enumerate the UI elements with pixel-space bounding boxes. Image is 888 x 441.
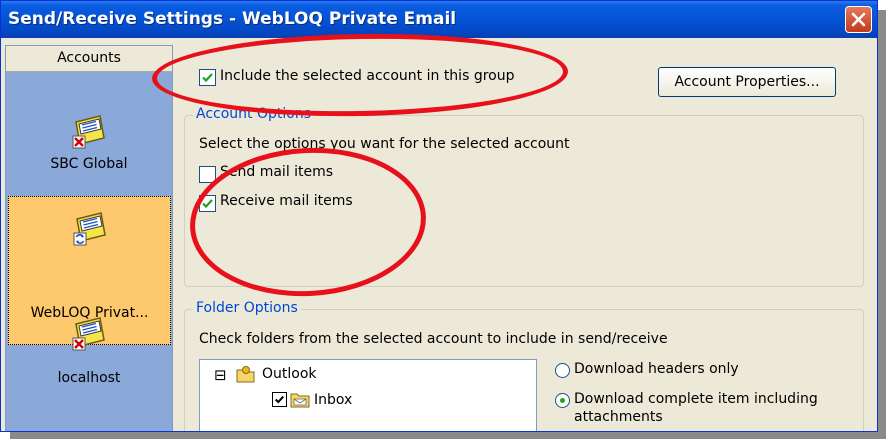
close-button[interactable] (845, 6, 872, 33)
account-item-sbc-global[interactable]: SBC Global (6, 112, 172, 192)
send-mail-label[interactable]: Send mail items (220, 164, 333, 180)
folder-tree[interactable]: ⊟ Outlook Inbox (199, 359, 537, 431)
account-item-localhost[interactable]: localhost (6, 314, 172, 394)
inbox-checkbox[interactable] (272, 392, 287, 407)
receive-mail-label[interactable]: Receive mail items (220, 193, 353, 209)
close-icon (851, 12, 866, 27)
tree-inbox-label[interactable]: Inbox (314, 392, 352, 408)
mail-account-error-icon (72, 317, 105, 351)
account-label: SBC Global (50, 156, 128, 172)
download-complete-radio[interactable] (555, 393, 570, 408)
download-complete-label-line2[interactable]: attachments (574, 409, 663, 425)
window-title: Send/Receive Settings - WebLOQ Private E… (8, 9, 457, 29)
include-account-checkbox[interactable] (199, 69, 216, 86)
tree-collapse-icon[interactable]: ⊟ (214, 366, 227, 384)
radio-selected-dot (560, 398, 565, 403)
tree-root-label[interactable]: Outlook (262, 366, 317, 382)
dialog-window: Send/Receive Settings - WebLOQ Private E… (0, 0, 878, 432)
folder-options-description: Check folders from the selected account … (199, 331, 668, 347)
account-label: localhost (57, 370, 121, 386)
accounts-header: Accounts (6, 46, 172, 72)
account-properties-button[interactable]: Account Properties... (658, 67, 836, 97)
include-account-label[interactable]: Include the selected account in this gro… (220, 68, 514, 84)
accounts-pane: Accounts SBC Global WebLOQ Privat... loc… (5, 45, 173, 431)
account-options-description: Select the options you want for the sele… (199, 136, 570, 152)
outlook-folder-icon (236, 366, 255, 383)
send-mail-checkbox[interactable] (199, 166, 216, 183)
receive-mail-checkbox[interactable] (199, 195, 216, 212)
download-headers-radio[interactable] (555, 363, 570, 378)
account-options-title: Account Options (193, 106, 314, 122)
download-complete-label[interactable]: Download complete item including (574, 391, 818, 407)
inbox-icon (290, 393, 310, 408)
checkmark-icon (202, 199, 213, 209)
mail-account-sync-icon (73, 212, 106, 246)
mail-account-error-icon (72, 115, 105, 149)
checkmark-icon (274, 395, 285, 404)
checkmark-icon (202, 73, 213, 83)
download-headers-label[interactable]: Download headers only (574, 361, 739, 377)
folder-options-title: Folder Options (193, 300, 301, 316)
title-bar[interactable]: Send/Receive Settings - WebLOQ Private E… (1, 1, 877, 38)
